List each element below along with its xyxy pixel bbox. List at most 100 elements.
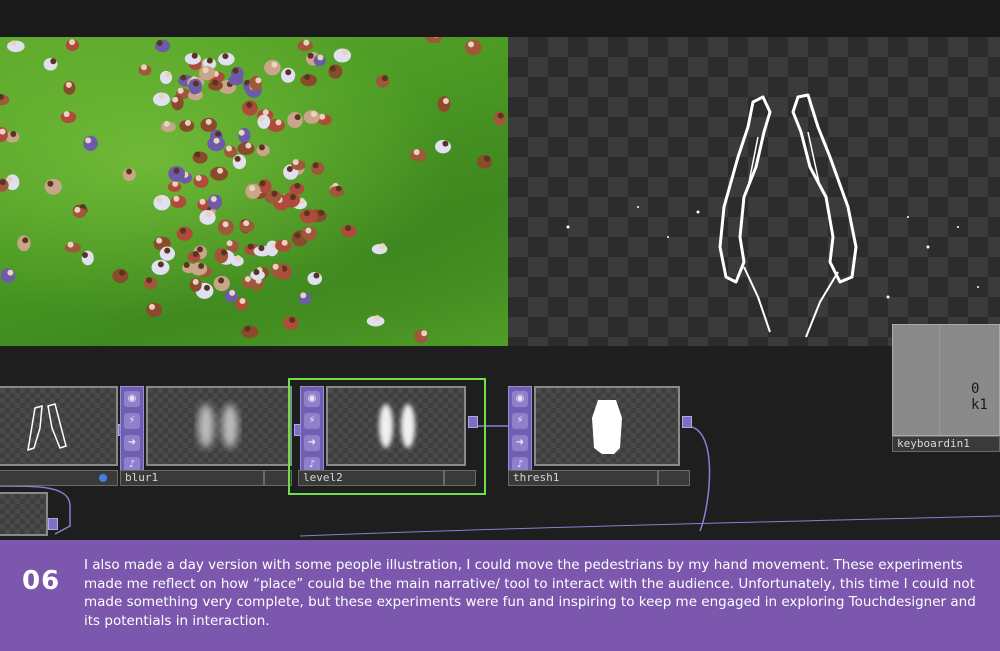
- pedestrian-figure: [232, 154, 247, 170]
- pedestrian-figure: [44, 178, 62, 195]
- pedestrian-figure: [297, 39, 314, 52]
- pedestrian-figure: [198, 65, 215, 81]
- pedestrian-figure: [224, 289, 238, 303]
- pedestrian-figure: [328, 64, 343, 79]
- selection-highlight: [288, 378, 486, 495]
- node-blur1[interactable]: ◉ ⚡ ➜ ♪ blur1: [120, 386, 292, 488]
- thumb-hands: [27, 403, 67, 452]
- pedestrian-figure: [153, 92, 170, 107]
- output-port[interactable]: [48, 518, 58, 530]
- node-label[interactable]: blur1: [120, 470, 264, 486]
- node-value: 0 k1: [971, 381, 988, 413]
- pedestrian-figure: [275, 239, 292, 252]
- node-thumbnail: [0, 492, 48, 536]
- pedestrian-figure: [333, 48, 351, 63]
- pedestrian-figure: [170, 195, 187, 209]
- pedestrian-figure: [192, 151, 208, 164]
- node-thresh1[interactable]: ◉ ⚡ ➜ ♪ thresh1: [508, 386, 692, 488]
- pedestrian-figure: [301, 226, 317, 241]
- export-icon[interactable]: ➜: [124, 435, 140, 451]
- node-flags: [0, 470, 118, 486]
- day-viewer: [0, 37, 508, 346]
- pedestrian-figure: [65, 39, 80, 51]
- viewer-icon[interactable]: ◉: [124, 391, 140, 407]
- hand-tracking-viewer: [508, 37, 1000, 346]
- pedestrian-figure: [245, 183, 261, 199]
- output-port[interactable]: [682, 416, 692, 428]
- pedestrian-figure: [283, 316, 299, 330]
- pedestrian-figure: [257, 114, 271, 129]
- pedestrian-figure: [291, 159, 306, 171]
- pedestrian-figure: [151, 259, 170, 275]
- node-label[interactable]: keyboardin1: [892, 436, 1000, 452]
- pedestrian-figure: [298, 292, 311, 305]
- thumb-blur: [198, 404, 238, 448]
- pedestrian-figure: [207, 136, 226, 152]
- pedestrian-figure: [83, 135, 98, 152]
- node-keyboardin1[interactable]: 0 k1: [892, 324, 1000, 436]
- pedestrian-figure: [366, 315, 385, 327]
- pedestrian-figure: [477, 154, 493, 169]
- bypass-icon[interactable]: ⚡: [512, 413, 528, 429]
- pedestrian-figure: [287, 112, 303, 129]
- pedestrian-figure: [493, 111, 506, 127]
- pedestrian-figure: [81, 250, 94, 266]
- pedestrian-figure: [311, 161, 325, 176]
- pedestrian-figure: [168, 165, 185, 182]
- node-thumbnail: [146, 386, 292, 466]
- pedestrian-figure: [189, 278, 202, 292]
- pedestrian-figure: [435, 139, 451, 154]
- pedestrian-figure: [159, 246, 176, 261]
- pedestrian-figure: [218, 219, 234, 236]
- pedestrian-figure: [300, 74, 317, 87]
- node-label[interactable]: thresh1: [508, 470, 658, 486]
- pedestrian-figure: [218, 52, 235, 66]
- node-thumbnail: [534, 386, 680, 466]
- pedestrian-figure: [0, 93, 10, 106]
- pedestrian-figure: [210, 166, 229, 181]
- node-thumbnail: [0, 386, 118, 466]
- pedestrian-figure: [167, 180, 182, 192]
- bypass-icon[interactable]: ⚡: [124, 413, 140, 429]
- pedestrian-figure: [159, 70, 173, 85]
- pedestrian-figure: [409, 148, 427, 162]
- node-flags: [658, 470, 690, 486]
- node-partial[interactable]: [0, 386, 128, 488]
- pedestrian-figure: [237, 142, 255, 156]
- pedestrian-figure: [153, 194, 171, 211]
- pedestrian-figure: [143, 277, 158, 290]
- pedestrian-figure: [371, 243, 388, 255]
- pedestrian-figure: [63, 80, 76, 95]
- divider: [939, 325, 940, 435]
- pedestrian-figure: [17, 235, 31, 252]
- pedestrian-figure: [464, 39, 482, 56]
- pedestrian-figure: [214, 247, 229, 264]
- pedestrian-figure: [238, 127, 251, 144]
- hand-outline: [566, 93, 979, 338]
- pedestrian-figure: [146, 302, 163, 317]
- pedestrian-figure: [188, 78, 203, 95]
- viewer-icon[interactable]: ◉: [512, 391, 528, 407]
- pedestrian-figure: [60, 111, 77, 124]
- pedestrian-figure: [280, 67, 296, 83]
- top-bar: [0, 0, 1000, 37]
- pedestrian-figure: [264, 59, 281, 76]
- pedestrian-figure: [208, 194, 223, 210]
- caption-text: I also made a day version with some peop…: [84, 557, 976, 629]
- pedestrian-figure: [299, 209, 318, 224]
- pedestrian-figure: [171, 95, 184, 111]
- pedestrian-figure: [289, 182, 305, 195]
- pedestrian-figure: [155, 39, 171, 53]
- thumb-thresh: [592, 400, 622, 454]
- pedestrian-figure: [235, 297, 248, 311]
- pedestrian-figure: [249, 75, 262, 91]
- pedestrian-figure: [43, 57, 58, 71]
- caption-number: 06: [22, 566, 61, 596]
- pedestrian-layer: [0, 37, 506, 344]
- export-icon[interactable]: ➜: [512, 435, 528, 451]
- pedestrian-figure: [176, 226, 193, 241]
- pedestrian-figure: [425, 37, 443, 44]
- pedestrian-figure: [138, 64, 152, 76]
- pedestrian-figure: [160, 120, 176, 133]
- node-partial-lower[interactable]: [0, 492, 58, 536]
